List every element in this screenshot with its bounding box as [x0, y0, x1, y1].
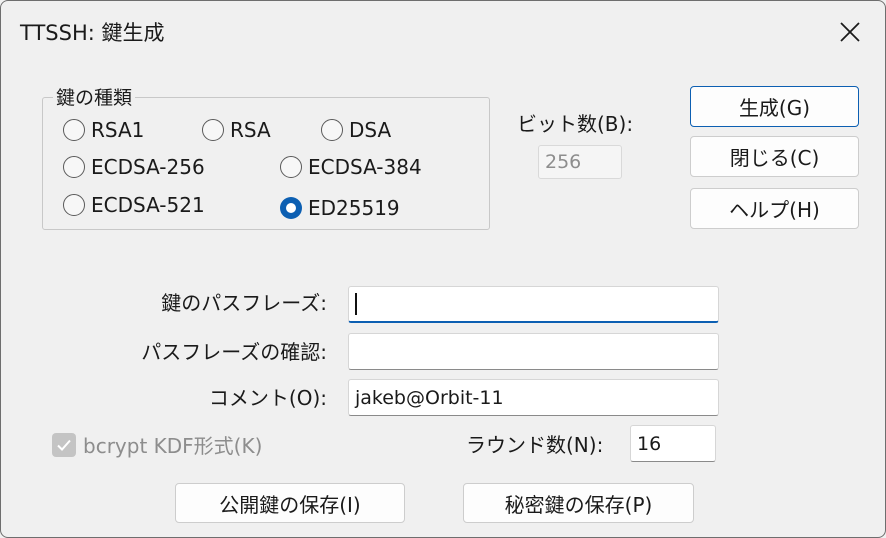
bits-field[interactable]: 256: [538, 145, 622, 179]
rounds-value: 16: [637, 432, 662, 455]
radio-ecdsa-256[interactable]: ECDSA-256: [63, 155, 205, 179]
save-public-key-button[interactable]: 公開鍵の保存(I): [175, 483, 405, 523]
generate-button[interactable]: 生成(G): [690, 86, 859, 127]
checkbox-box: [52, 432, 76, 457]
radio-label: RSA: [230, 118, 271, 142]
window-title: TTSSH: 鍵生成: [20, 21, 165, 45]
bcrypt-kdf-checkbox[interactable]: bcrypt KDF形式(K): [52, 430, 262, 459]
comment-label: コメント(O):: [208, 386, 327, 410]
text-caret: [355, 293, 357, 315]
comment-value: jakeb@Orbit-11: [355, 386, 504, 409]
radio-ed25519[interactable]: ED25519: [280, 196, 400, 220]
passphrase-label: 鍵のパスフレーズ:: [161, 291, 327, 315]
confirm-passphrase-label: パスフレーズの確認:: [141, 340, 327, 364]
radio-label: ECDSA-521: [91, 193, 205, 217]
close-icon: [840, 22, 860, 42]
radio-ecdsa-521[interactable]: ECDSA-521: [63, 193, 205, 217]
radio-indicator: [63, 119, 85, 141]
key-generation-dialog: TTSSH: 鍵生成 鍵の種類 RSA1 RSA DSA ECDSA-256 E…: [0, 0, 886, 538]
save-private-key-button[interactable]: 秘密鍵の保存(P): [463, 483, 694, 523]
bcrypt-kdf-label: bcrypt KDF形式(K): [83, 434, 263, 458]
radio-indicator: [280, 156, 302, 178]
help-button[interactable]: ヘルプ(H): [690, 188, 859, 229]
radio-rsa1[interactable]: RSA1: [63, 118, 144, 142]
comment-input[interactable]: jakeb@Orbit-11: [348, 379, 719, 416]
close-button[interactable]: 閉じる(C): [690, 136, 859, 177]
radio-indicator: [202, 119, 224, 141]
title-bar[interactable]: TTSSH: 鍵生成: [1, 1, 885, 63]
radio-label: ED25519: [308, 196, 400, 220]
radio-label: RSA1: [91, 118, 145, 142]
radio-indicator-selected: [280, 197, 302, 219]
radio-indicator: [63, 194, 85, 216]
rounds-label: ラウンド数(N):: [466, 433, 604, 457]
radio-label: ECDSA-256: [91, 155, 205, 179]
rounds-input[interactable]: 16: [630, 425, 716, 462]
passphrase-input[interactable]: [348, 286, 719, 323]
radio-ecdsa-384[interactable]: ECDSA-384: [280, 155, 422, 179]
radio-label: ECDSA-384: [308, 155, 422, 179]
close-window-button[interactable]: [829, 13, 871, 51]
confirm-passphrase-input[interactable]: [348, 333, 719, 370]
radio-rsa[interactable]: RSA: [202, 118, 271, 142]
checkmark-icon: [57, 439, 71, 451]
radio-indicator: [321, 119, 343, 141]
radio-dsa[interactable]: DSA: [321, 118, 391, 142]
bits-value: 256: [545, 151, 582, 173]
radio-indicator: [63, 156, 85, 178]
key-type-legend: 鍵の種類: [53, 87, 136, 109]
radio-label: DSA: [349, 118, 392, 142]
bits-label: ビット数(B):: [517, 112, 634, 136]
